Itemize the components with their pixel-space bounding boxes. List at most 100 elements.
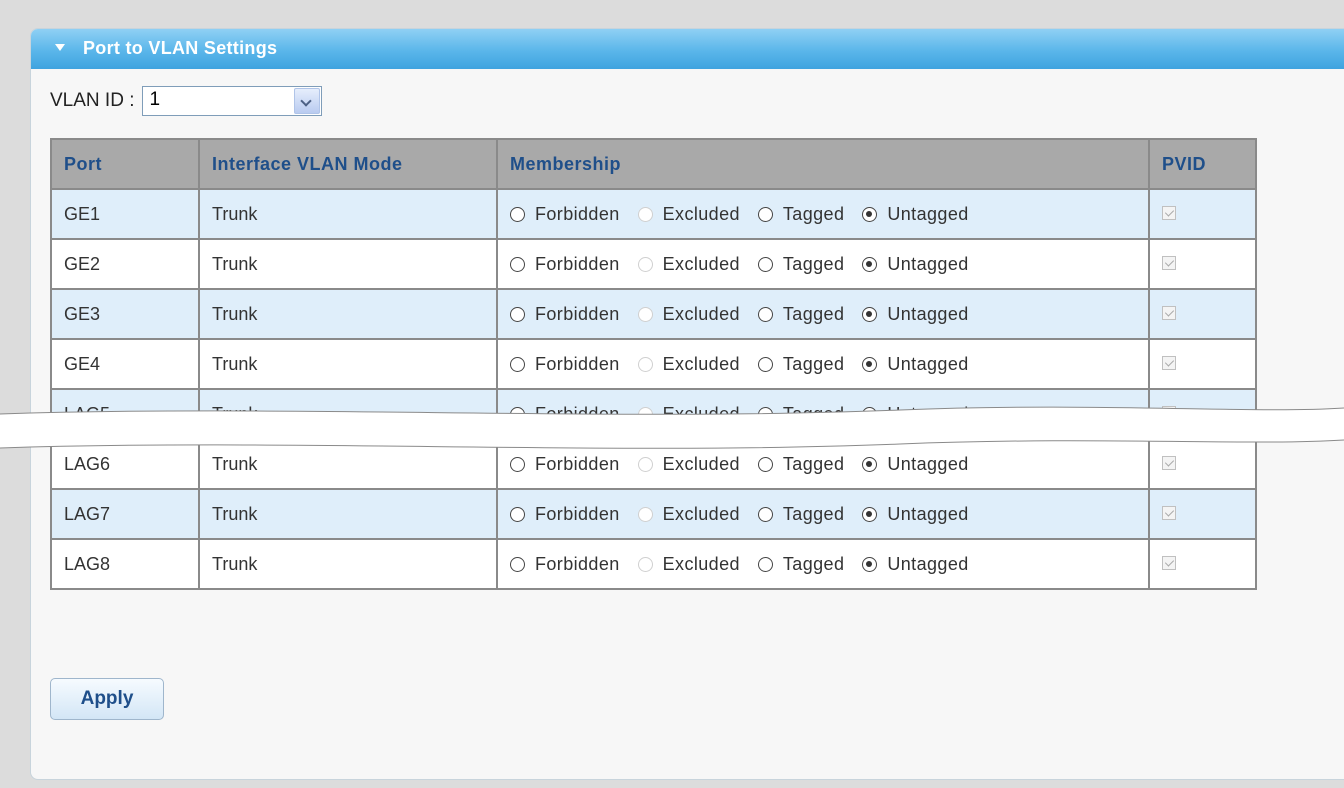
membership-option-untagged[interactable]: Untagged [862, 404, 968, 425]
radio-label: Untagged [887, 253, 969, 274]
pvid-cell [1148, 188, 1257, 240]
port-cell: GE3 [50, 288, 200, 340]
header-interface-vlan-mode: Interface VLAN Mode [198, 138, 498, 190]
membership-cell: Forbidden Excluded Tagged Untagged [496, 538, 1150, 590]
radio-label: Tagged [782, 453, 845, 474]
radio-label: Excluded [662, 553, 740, 574]
membership-option-untagged[interactable]: Untagged [862, 204, 968, 225]
membership-option-tagged[interactable]: Tagged [757, 404, 844, 425]
membership-option-excluded: Excluded [637, 354, 740, 375]
chevron-down-icon[interactable] [294, 88, 321, 114]
membership-option-tagged[interactable]: Tagged [757, 254, 844, 275]
interface-mode-cell: Trunk [198, 538, 498, 590]
port-vlan-table: Port Interface VLAN Mode Membership PVID… [50, 138, 1257, 590]
radio-label: Untagged [887, 453, 969, 474]
interface-mode-cell: Trunk [198, 338, 498, 390]
table-header-row: Port Interface VLAN Mode Membership PVID [50, 138, 1257, 190]
radio-excluded [637, 556, 653, 572]
vlan-id-select[interactable]: 1 [142, 86, 323, 116]
interface-mode-cell: Trunk [198, 388, 498, 440]
radio-tagged[interactable] [757, 556, 773, 572]
radio-label: Forbidden [535, 353, 620, 374]
membership-radio-group: Forbidden Excluded Tagged Untagged [510, 504, 1136, 525]
pvid-checkbox [1162, 455, 1176, 470]
membership-option-forbidden[interactable]: Forbidden [510, 304, 620, 325]
pvid-checkbox [1162, 555, 1176, 570]
interface-mode-cell: Trunk [198, 188, 498, 240]
radio-label: Forbidden [535, 553, 620, 574]
header-membership: Membership [496, 138, 1150, 190]
radio-untagged[interactable] [862, 306, 878, 322]
radio-label: Untagged [887, 353, 969, 374]
membership-option-tagged[interactable]: Tagged [757, 453, 845, 475]
radio-tagged[interactable] [757, 306, 773, 322]
radio-label: Forbidden [535, 503, 620, 524]
membership-option-untagged[interactable]: Untagged [862, 554, 968, 575]
radio-forbidden[interactable] [510, 356, 525, 372]
membership-option-untagged[interactable]: Untagged [862, 354, 968, 375]
port-cell: LAG7 [50, 488, 200, 540]
radio-untagged[interactable] [862, 556, 878, 572]
membership-option-tagged[interactable]: Tagged [757, 504, 844, 525]
radio-label: Excluded [662, 203, 740, 224]
table-row: LAG6 Trunk Forbidden Excluded Tagged Untagged [50, 438, 1257, 490]
radio-tagged[interactable] [757, 356, 773, 372]
membership-option-excluded: Excluded [637, 403, 740, 425]
radio-tagged[interactable] [757, 206, 773, 222]
radio-tagged[interactable] [757, 456, 773, 472]
radio-label: Forbidden [535, 453, 620, 474]
membership-option-forbidden[interactable]: Forbidden [510, 204, 620, 225]
membership-option-forbidden[interactable]: Forbidden [510, 354, 620, 375]
membership-option-forbidden[interactable]: Forbidden [510, 454, 620, 475]
membership-option-untagged[interactable]: Untagged [862, 254, 968, 275]
radio-forbidden[interactable] [510, 406, 525, 422]
membership-option-excluded: Excluded [637, 254, 740, 275]
radio-excluded [637, 356, 653, 372]
apply-button[interactable]: Apply [50, 678, 164, 720]
radio-forbidden[interactable] [510, 506, 525, 522]
membership-option-untagged[interactable]: Untagged [862, 504, 968, 525]
collapse-triangle-icon[interactable] [55, 44, 65, 51]
pvid-checkbox [1162, 205, 1176, 220]
membership-option-tagged[interactable]: Tagged [757, 553, 845, 575]
radio-untagged[interactable] [862, 256, 878, 272]
membership-option-forbidden[interactable]: Forbidden [510, 504, 620, 525]
radio-label: Untagged [887, 203, 969, 224]
radio-untagged[interactable] [862, 356, 878, 372]
radio-untagged[interactable] [862, 406, 878, 422]
membership-option-tagged[interactable]: Tagged [757, 204, 844, 225]
radio-label: Untagged [887, 303, 969, 324]
table-row: GE2 Trunk Forbidden Excluded Tagged Untagged [50, 238, 1257, 290]
radio-tagged[interactable] [757, 256, 773, 272]
membership-option-forbidden[interactable]: Forbidden [510, 404, 620, 425]
panel-header[interactable]: Port to VLAN Settings [31, 29, 1344, 69]
radio-forbidden[interactable] [510, 256, 525, 272]
pvid-cell [1148, 288, 1257, 340]
radio-tagged[interactable] [757, 506, 773, 522]
radio-untagged[interactable] [862, 456, 878, 472]
membership-cell: Forbidden Excluded Tagged Untagged [496, 188, 1150, 240]
membership-option-tagged[interactable]: Tagged [757, 354, 844, 375]
membership-option-untagged[interactable]: Untagged [862, 304, 968, 325]
radio-tagged[interactable] [757, 406, 773, 422]
radio-forbidden[interactable] [510, 306, 525, 322]
pvid-checkbox [1162, 255, 1176, 270]
radio-forbidden[interactable] [510, 206, 525, 222]
membership-option-excluded: Excluded [637, 553, 740, 575]
radio-forbidden[interactable] [510, 556, 525, 572]
membership-option-tagged[interactable]: Tagged [757, 304, 844, 325]
interface-mode-cell: Trunk [198, 288, 498, 340]
radio-forbidden[interactable] [510, 456, 525, 472]
radio-label: Untagged [887, 553, 969, 574]
pvid-checkbox [1162, 505, 1176, 520]
radio-untagged[interactable] [862, 206, 878, 222]
radio-label: Excluded [662, 403, 740, 424]
radio-label: Tagged [782, 553, 845, 574]
membership-option-untagged[interactable]: Untagged [862, 454, 968, 475]
radio-untagged[interactable] [862, 506, 878, 522]
membership-option-forbidden[interactable]: Forbidden [510, 554, 620, 575]
port-cell: GE1 [50, 188, 200, 240]
membership-option-forbidden[interactable]: Forbidden [510, 254, 620, 275]
pvid-cell [1148, 388, 1257, 440]
radio-label: Excluded [662, 453, 740, 474]
